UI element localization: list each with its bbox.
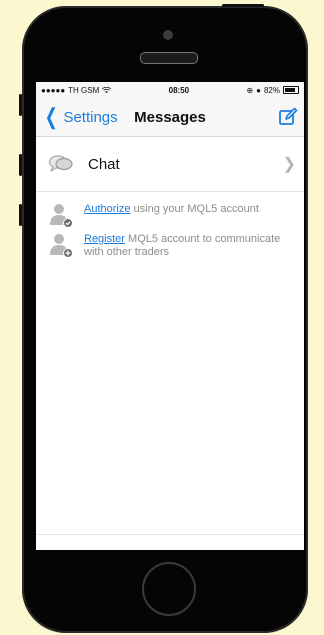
back-label: Settings: [63, 108, 118, 126]
battery-percent: 82%: [263, 85, 280, 95]
chat-row[interactable]: Chat ❯: [36, 137, 304, 192]
back-button[interactable]: ❮ Settings: [36, 106, 118, 128]
authorize-link[interactable]: Authorize: [84, 203, 130, 215]
authorize-row: Authorize using your MQL5 account: [36, 202, 304, 228]
ringer-switch: [19, 94, 22, 116]
volume-up-button: [19, 154, 22, 176]
status-time: 08:50: [168, 85, 190, 95]
compose-icon[interactable]: [278, 107, 298, 127]
screen: ●●●●● TH GSM 08:50 ⊕ ● 82% ❮ Settings Me…: [36, 82, 304, 550]
chevron-left-icon: ❮: [44, 104, 58, 129]
front-camera: [163, 30, 173, 40]
wifi-icon: [102, 86, 112, 93]
carrier-name: TH GSM: [68, 85, 100, 95]
user-add-icon: [50, 234, 73, 258]
navigation-bar: ❮ Settings Messages: [36, 98, 304, 137]
register-link[interactable]: Register: [84, 233, 125, 245]
status-bar: ●●●●● TH GSM 08:50 ⊕ ● 82%: [36, 82, 304, 98]
signal-dots: ●●●●●: [41, 85, 66, 95]
authorize-description: using your MQL5 account: [130, 203, 259, 215]
register-row: Register MQL5 account to communicate wit…: [36, 232, 304, 259]
battery-icon: [283, 86, 299, 94]
chat-bubbles-icon: [48, 155, 73, 172]
chevron-right-icon: ❯: [282, 156, 296, 173]
volume-down-button: [19, 204, 22, 226]
rotation-lock-icon: ⊕: [246, 85, 254, 95]
chat-label: Chat: [88, 155, 120, 173]
earpiece-speaker: [140, 52, 198, 64]
register-text: Register MQL5 account to communicate wit…: [84, 232, 294, 259]
divider: [36, 534, 304, 535]
alarm-icon: ●: [256, 85, 261, 95]
authorize-text: Authorize using your MQL5 account: [84, 202, 294, 216]
home-button[interactable]: [142, 562, 196, 616]
user-check-icon: [50, 204, 73, 228]
power-button: [222, 4, 264, 7]
